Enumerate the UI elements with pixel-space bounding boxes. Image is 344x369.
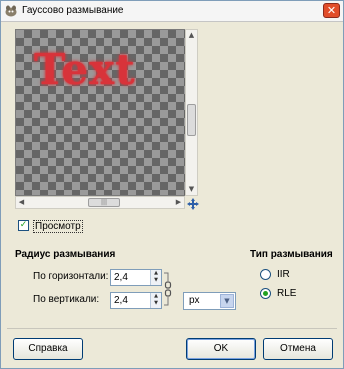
scroll-up-icon[interactable]: ▲	[186, 30, 197, 41]
preview-checkbox[interactable]: ✓	[18, 220, 29, 231]
navigate-icon[interactable]	[187, 198, 199, 210]
preview-checkbox-label[interactable]: Просмотр	[33, 220, 83, 233]
blur-radius-heading: Радиус размывания	[15, 249, 116, 260]
gaussian-blur-dialog: Гауссово размывание ✕ Text ▲ ▼ ◀ ||| ▶ ✓…	[0, 0, 344, 369]
blur-type-heading: Тип размывания	[250, 249, 333, 260]
spin-down-icon[interactable]: ▼	[151, 277, 161, 284]
title-bar[interactable]: Гауссово размывание ✕	[1, 1, 343, 22]
vertical-label: По вертикали:	[33, 294, 100, 305]
window-title: Гауссово размывание	[22, 5, 124, 16]
preview-canvas[interactable]: Text	[15, 29, 186, 196]
scroll-left-icon[interactable]: ◀	[16, 197, 27, 208]
spin-up-icon[interactable]: ▲	[151, 270, 161, 277]
preview-sample-text: Text	[34, 45, 136, 94]
scroll-down-icon[interactable]: ▼	[186, 184, 197, 195]
chain-link-icon[interactable]	[163, 271, 172, 307]
vertical-spinbox[interactable]: 2,4 ▲ ▼	[110, 292, 162, 309]
spin-up-icon[interactable]: ▲	[151, 293, 161, 300]
radio-iir[interactable]	[260, 269, 271, 280]
spin-down-icon[interactable]: ▼	[151, 300, 161, 307]
cancel-button[interactable]: Отмена	[263, 338, 333, 360]
radio-rle-label[interactable]: RLE	[277, 288, 296, 299]
close-button[interactable]: ✕	[323, 3, 340, 18]
horizontal-value[interactable]: 2,4	[114, 272, 128, 283]
ok-button[interactable]: OK	[186, 338, 256, 360]
horizontal-spinbox[interactable]: 2,4 ▲ ▼	[110, 269, 162, 286]
chevron-down-icon[interactable]: ▼	[220, 294, 234, 308]
horizontal-label: По горизонтали:	[33, 271, 109, 282]
vertical-value[interactable]: 2,4	[114, 295, 128, 306]
unit-value: px	[189, 295, 200, 306]
vertical-scroll-thumb[interactable]	[187, 104, 196, 136]
radio-iir-label[interactable]: IIR	[277, 269, 290, 280]
gimp-app-icon	[5, 5, 17, 17]
horizontal-scroll-thumb[interactable]: |||	[88, 198, 120, 207]
separator	[7, 328, 337, 329]
unit-dropdown[interactable]: px ▼	[183, 292, 236, 310]
close-icon: ✕	[326, 4, 337, 17]
radio-rle[interactable]	[260, 288, 271, 299]
help-button[interactable]: Справка	[13, 338, 83, 360]
scroll-right-icon[interactable]: ▶	[173, 197, 184, 208]
preview-horizontal-scrollbar[interactable]: ◀ ||| ▶	[15, 196, 185, 209]
preview-vertical-scrollbar[interactable]: ▲ ▼	[185, 29, 198, 196]
